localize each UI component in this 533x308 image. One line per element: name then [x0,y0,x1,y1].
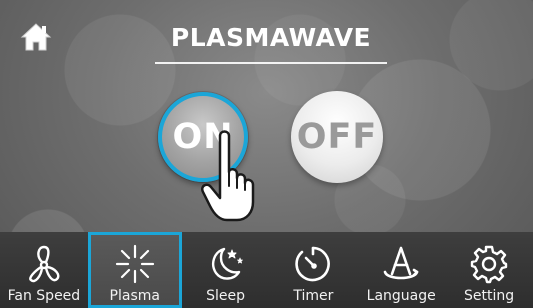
tab-setting[interactable]: Setting [445,232,533,308]
home-icon [20,22,52,52]
tab-fan-speed[interactable]: Fan Speed [0,232,88,308]
tab-sleep[interactable]: Sleep [182,232,270,308]
tab-timer[interactable]: Timer [269,232,357,308]
on-button[interactable]: ON [158,92,248,182]
tab-plasma[interactable]: Plasma [87,232,182,308]
title-area: PLASMAWAVE [155,18,387,64]
tab-label: Setting [463,288,515,304]
timer-icon [293,244,333,284]
bottom-tab-bar: Fan Speed Plasma Sleep Timer Language Se… [0,232,533,308]
tab-language[interactable]: Language [357,232,445,308]
gear-icon [469,244,509,284]
off-button[interactable]: OFF [291,91,383,183]
page-title: PLASMAWAVE [170,23,372,52]
home-button[interactable] [20,22,52,52]
fan-icon [24,244,64,284]
title-underline [155,62,387,64]
tab-label: Plasma [109,288,160,304]
language-icon [381,244,421,284]
sleep-moon-icon [206,244,246,284]
tab-label: Fan Speed [7,288,81,304]
tab-label: Language [366,288,436,304]
plasma-icon [115,244,155,284]
plasmawave-screen: PLASMAWAVE ON OFF Fan Speed Plasma Sleep… [0,0,533,308]
tab-label: Sleep [206,288,246,304]
tab-label: Timer [293,288,334,304]
